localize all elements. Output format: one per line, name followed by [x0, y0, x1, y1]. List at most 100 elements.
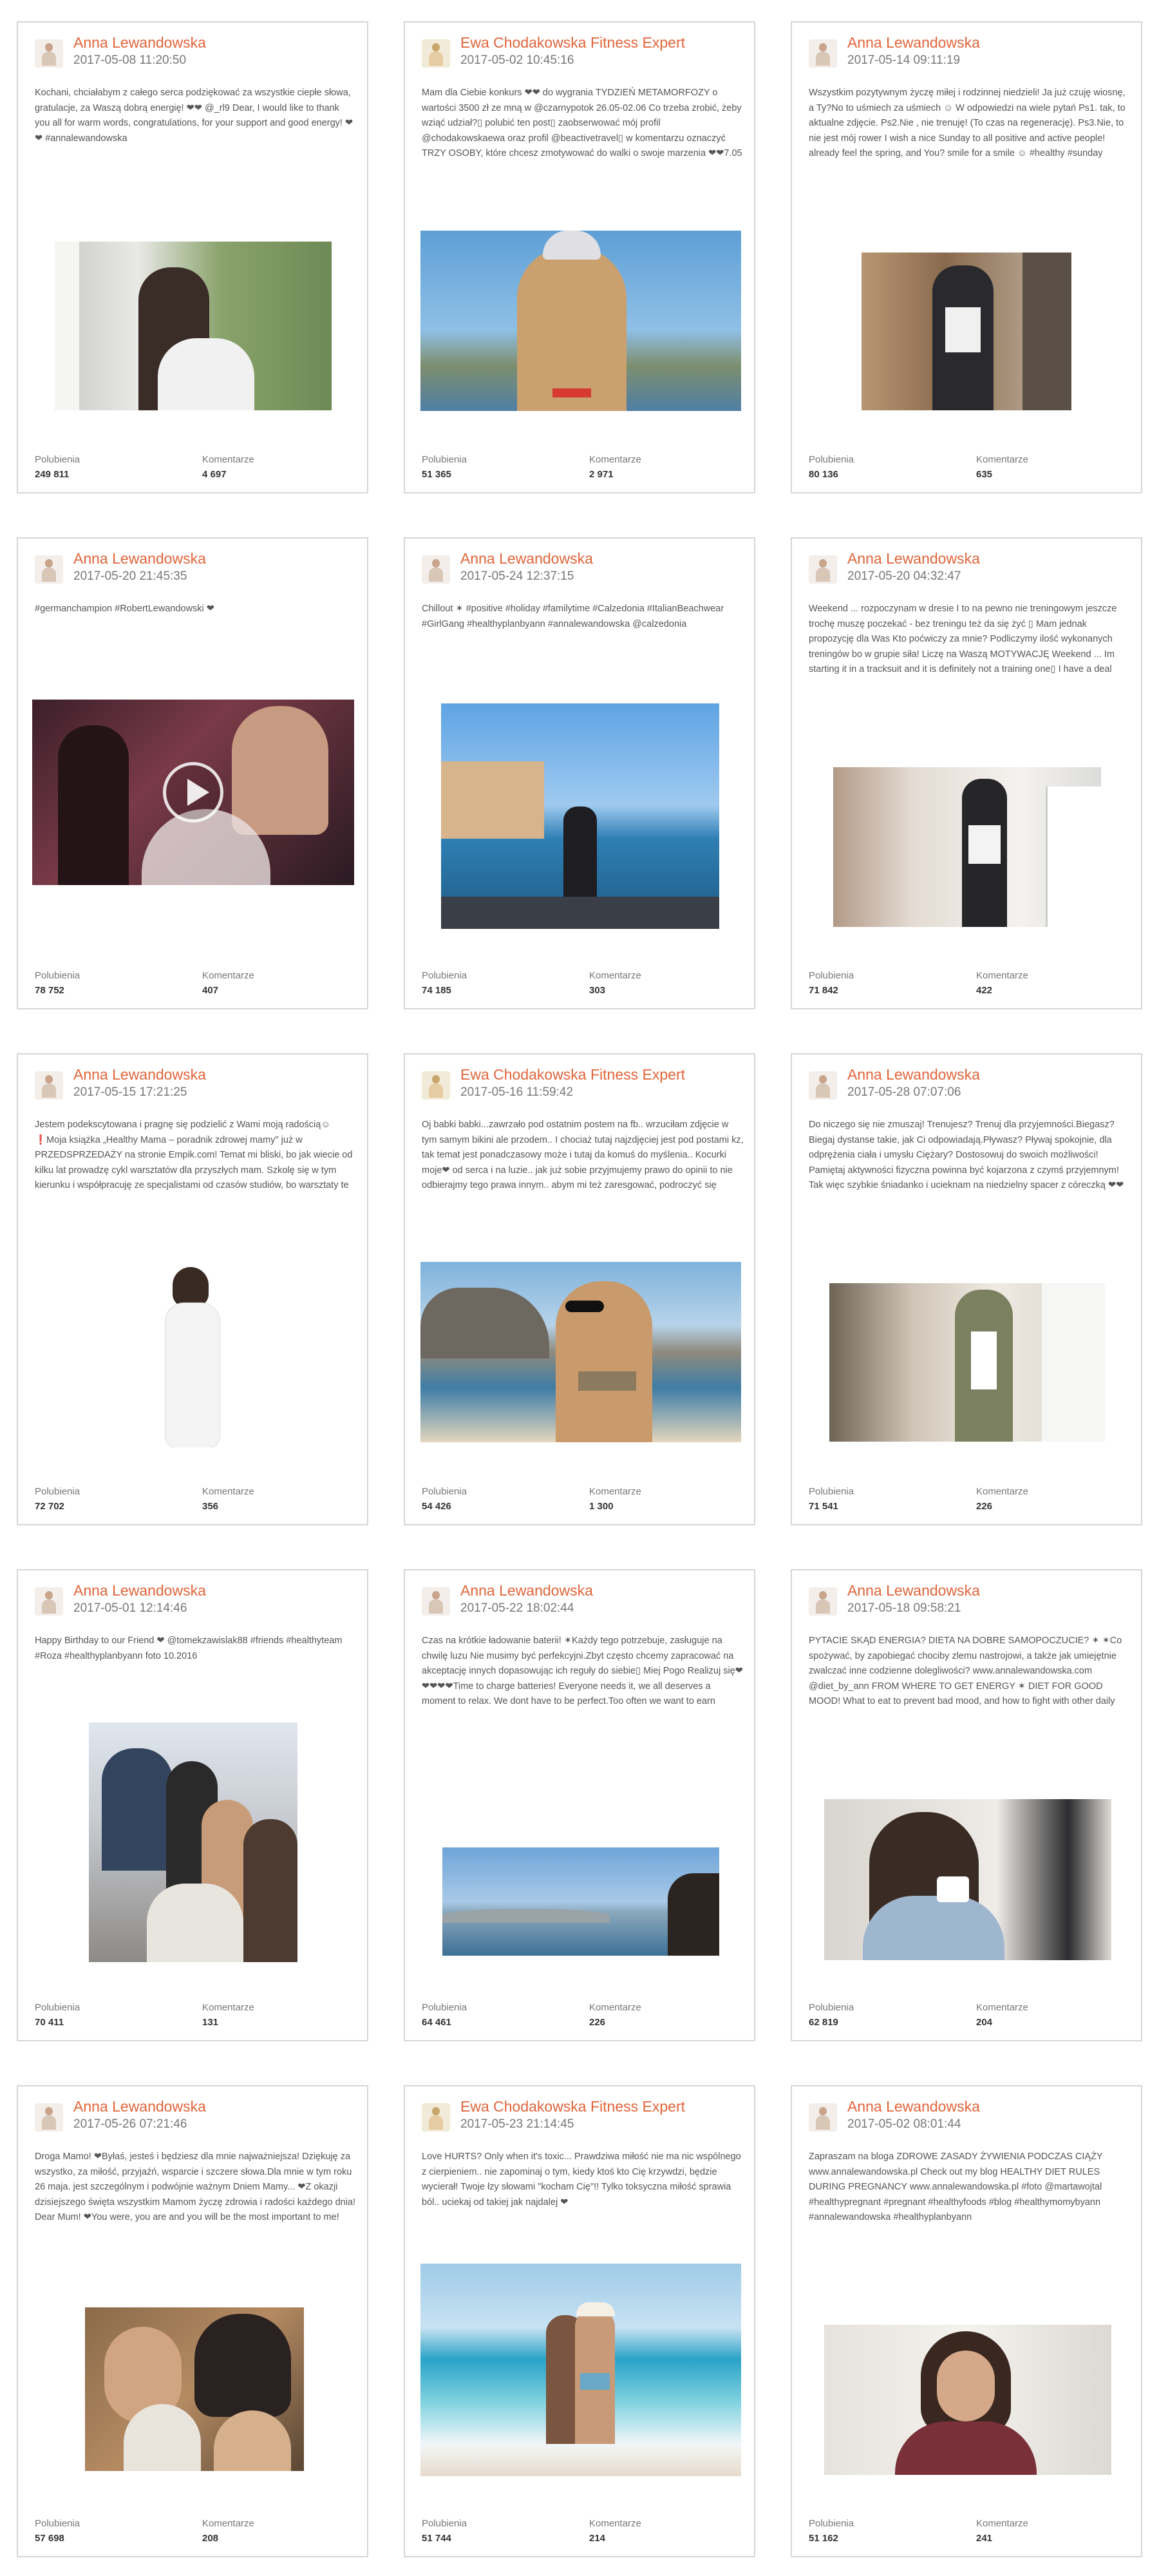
author-avatar[interactable] [35, 555, 63, 584]
post-photo[interactable] [824, 1799, 1111, 1960]
post-card[interactable]: Anna Lewandowska 2017-05-24 12:37:15 Chi… [404, 537, 755, 1009]
post-photo[interactable] [55, 242, 332, 410]
post-stats: Polubienia 51 365 Komentarze 2 971 [422, 454, 737, 484]
post-photo[interactable] [833, 767, 1101, 927]
post-date: 2017-05-02 10:45:16 [460, 53, 574, 67]
author-name[interactable]: Ewa Chodakowska Fitness Expert [460, 34, 685, 52]
comments-count: 356 [202, 1501, 219, 1512]
comments-count: 1 300 [589, 1501, 614, 1512]
post-header: Anna Lewandowska 2017-05-22 18:02:44 [422, 1582, 742, 1621]
author-name[interactable]: Anna Lewandowska [847, 34, 980, 52]
author-avatar[interactable] [809, 39, 837, 68]
comments-label: Komentarze [589, 2518, 641, 2529]
post-card[interactable]: Anna Lewandowska 2017-05-20 21:45:35 #ge… [17, 537, 368, 1009]
post-text: #germanchampion #RobertLewandowski ❤ [35, 604, 214, 614]
post-header: Anna Lewandowska 2017-05-18 09:58:21 [809, 1582, 1129, 1621]
play-icon[interactable] [163, 762, 223, 823]
post-card[interactable]: Anna Lewandowska 2017-05-02 08:01:44 Zap… [791, 2085, 1142, 2557]
comments-label: Komentarze [202, 454, 254, 465]
post-card[interactable]: Anna Lewandowska 2017-05-15 17:21:25 Jes… [17, 1053, 368, 1525]
post-card[interactable]: Anna Lewandowska 2017-05-01 12:14:46 Hap… [17, 1569, 368, 2041]
author-avatar[interactable] [809, 1587, 837, 1616]
post-photo[interactable] [829, 1283, 1105, 1442]
comments-label: Komentarze [976, 2002, 1028, 2013]
comments-label: Komentarze [976, 2518, 1028, 2529]
post-card[interactable]: Anna Lewandowska 2017-05-18 09:58:21 PYT… [791, 1569, 1142, 2041]
author-name[interactable]: Anna Lewandowska [847, 1582, 980, 1599]
author-name[interactable]: Anna Lewandowska [73, 1582, 206, 1599]
post-photo[interactable] [862, 253, 1071, 410]
post-photo[interactable] [147, 1267, 237, 1447]
post-date: 2017-05-22 18:02:44 [460, 1601, 574, 1615]
post-date: 2017-05-02 08:01:44 [847, 2117, 961, 2131]
author-name[interactable]: Anna Lewandowska [73, 2098, 206, 2115]
post-card[interactable]: Ewa Chodakowska Fitness Expert 2017-05-2… [404, 2085, 755, 2557]
post-photo[interactable] [85, 2307, 304, 2471]
author-avatar[interactable] [809, 1071, 837, 1100]
author-name[interactable]: Ewa Chodakowska Fitness Expert [460, 1066, 685, 1083]
author-name[interactable]: Anna Lewandowska [847, 2098, 980, 2115]
post-text: Happy Birthday to our Friend ❤ @tomekzaw… [35, 1636, 343, 1661]
post-stats: Polubienia 64 461 Komentarze 226 [422, 2002, 737, 2032]
post-photo[interactable] [442, 1847, 719, 1956]
author-name[interactable]: Anna Lewandowska [73, 34, 206, 52]
post-photo[interactable] [89, 1722, 297, 1962]
post-date: 2017-05-20 21:45:35 [73, 569, 187, 583]
post-photo[interactable] [824, 2325, 1111, 2475]
post-date: 2017-05-08 11:20:50 [73, 53, 187, 67]
likes-label: Polubienia [809, 1486, 854, 1497]
post-card[interactable]: Anna Lewandowska 2017-05-22 18:02:44 Cza… [404, 1569, 755, 2041]
post-stats: Polubienia 249 811 Komentarze 4 697 [35, 454, 350, 484]
author-avatar[interactable] [35, 39, 63, 68]
author-avatar[interactable] [35, 2103, 63, 2132]
post-card[interactable]: Anna Lewandowska 2017-05-08 11:20:50 Koc… [17, 21, 368, 493]
post-header: Ewa Chodakowska Fitness Expert 2017-05-2… [422, 2098, 742, 2137]
author-avatar[interactable] [809, 555, 837, 584]
author-avatar[interactable] [422, 1587, 450, 1616]
author-name[interactable]: Ewa Chodakowska Fitness Expert [460, 2098, 685, 2115]
post-date: 2017-05-24 12:37:15 [460, 569, 574, 583]
post-stats: Polubienia 80 136 Komentarze 635 [809, 454, 1124, 484]
author-name[interactable]: Anna Lewandowska [460, 550, 593, 568]
post-card[interactable]: Anna Lewandowska 2017-05-14 09:11:19 Wsz… [791, 21, 1142, 493]
likes-label: Polubienia [809, 2518, 854, 2529]
post-card[interactable]: Ewa Chodakowska Fitness Expert 2017-05-1… [404, 1053, 755, 1525]
author-avatar[interactable] [35, 1587, 63, 1616]
post-photo[interactable] [420, 2264, 741, 2476]
author-avatar[interactable] [422, 1071, 450, 1100]
likes-count: 51 162 [809, 2533, 838, 2544]
post-video[interactable] [32, 700, 354, 885]
post-card[interactable]: Anna Lewandowska 2017-05-20 04:32:47 Wee… [791, 537, 1142, 1009]
comments-count: 204 [976, 2017, 993, 2028]
likes-label: Polubienia [422, 2518, 467, 2529]
author-avatar[interactable] [422, 39, 450, 68]
post-header: Anna Lewandowska 2017-05-20 04:32:47 [809, 550, 1129, 589]
likes-count: 71 842 [809, 985, 838, 996]
likes-count: 57 698 [35, 2533, 64, 2544]
post-header: Anna Lewandowska 2017-05-28 07:07:06 [809, 1066, 1129, 1105]
author-name[interactable]: Anna Lewandowska [460, 1582, 593, 1599]
post-photo[interactable] [420, 1262, 741, 1442]
author-avatar[interactable] [809, 2103, 837, 2132]
likes-label: Polubienia [35, 2518, 80, 2529]
post-card[interactable]: Anna Lewandowska 2017-05-28 07:07:06 Do … [791, 1053, 1142, 1525]
post-stats: Polubienia 51 162 Komentarze 241 [809, 2518, 1124, 2548]
likes-label: Polubienia [35, 970, 80, 981]
post-date: 2017-05-23 21:14:45 [460, 2117, 574, 2131]
author-name[interactable]: Anna Lewandowska [73, 1066, 206, 1083]
post-photo[interactable] [420, 231, 741, 411]
post-card[interactable]: Ewa Chodakowska Fitness Expert 2017-05-0… [404, 21, 755, 493]
author-avatar[interactable] [35, 1071, 63, 1100]
post-date: 2017-05-20 04:32:47 [847, 569, 961, 583]
author-avatar[interactable] [422, 2103, 450, 2132]
likes-label: Polubienia [809, 2002, 854, 2013]
author-name[interactable]: Anna Lewandowska [847, 550, 980, 568]
author-name[interactable]: Anna Lewandowska [73, 550, 206, 568]
author-avatar[interactable] [422, 555, 450, 584]
post-card[interactable]: Anna Lewandowska 2017-05-26 07:21:46 Dro… [17, 2085, 368, 2557]
likes-label: Polubienia [35, 1486, 80, 1497]
post-photo[interactable] [441, 703, 719, 929]
author-name[interactable]: Anna Lewandowska [847, 1066, 980, 1083]
likes-label: Polubienia [35, 454, 80, 465]
likes-count: 70 411 [35, 2017, 64, 2028]
